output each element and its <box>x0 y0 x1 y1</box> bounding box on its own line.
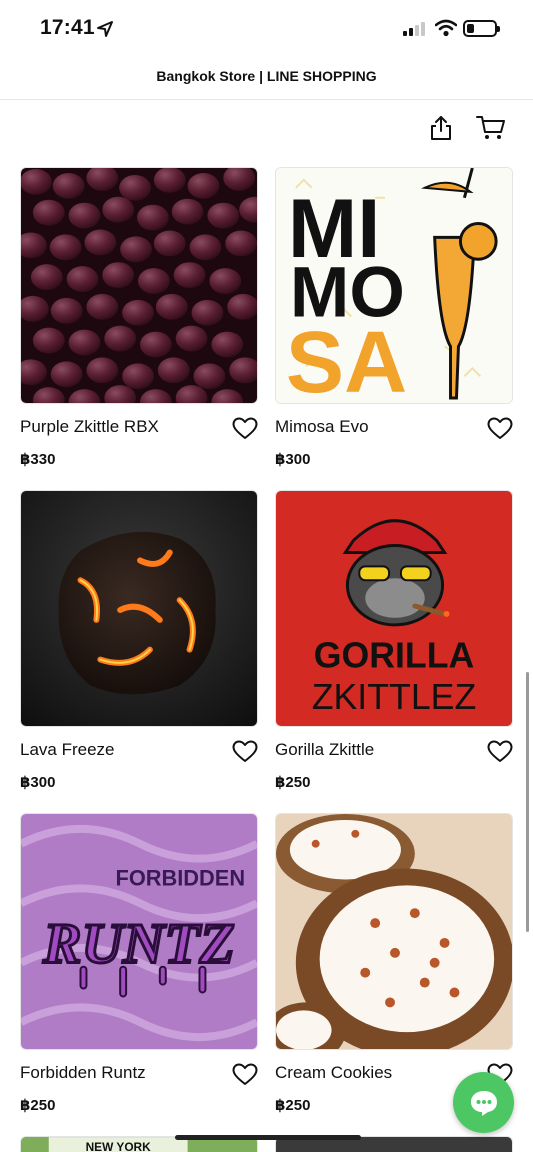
wifi-icon <box>435 19 457 37</box>
product-card[interactable]: FORBIDDEN RUNTZ Forbidden Runtz ฿250 <box>20 813 258 1114</box>
product-price: ฿300 <box>275 451 311 468</box>
product-price: ฿250 <box>275 1097 311 1114</box>
product-card[interactable]: Cream Cookies ฿250 <box>275 813 513 1114</box>
product-name[interactable]: Gorilla Zkittle <box>275 740 374 760</box>
product-name[interactable]: Lava Freeze <box>20 740 115 760</box>
gorilla-logo-text-1: GORILLA <box>314 635 475 675</box>
runtz-logo-text-1: FORBIDDEN <box>116 865 246 890</box>
cart-icon[interactable] <box>476 114 506 142</box>
product-image-purple-candies[interactable] <box>20 167 258 404</box>
heart-icon[interactable] <box>232 417 258 441</box>
cream-cookie-illustration <box>276 814 512 1049</box>
heart-icon[interactable] <box>232 1063 258 1087</box>
purple-candy-illustration <box>21 168 257 403</box>
cellular-signal-icon <box>403 22 425 36</box>
product-card[interactable]: Purple Zkittle RBX ฿330 <box>20 167 258 468</box>
battery-icon <box>463 20 500 37</box>
product-price: ฿300 <box>20 774 56 791</box>
heart-icon[interactable] <box>487 417 513 441</box>
product-image-runtz[interactable]: FORBIDDEN RUNTZ <box>20 813 258 1050</box>
product-image-lava[interactable] <box>20 490 258 727</box>
chat-bubble-icon <box>471 1091 497 1116</box>
product-name[interactable]: Purple Zkittle RBX <box>20 417 159 437</box>
page-title: Bangkok Store | LINE SHOPPING <box>156 68 377 84</box>
browser-header: Bangkok Store | LINE SHOPPING <box>0 56 533 100</box>
gorilla-logo-text-2: ZKITTLEZ <box>312 677 477 717</box>
forbidden-runtz-illustration: FORBIDDEN RUNTZ <box>21 814 257 1049</box>
product-card[interactable]: Lava Freeze ฿300 <box>20 490 258 791</box>
product-price: ฿330 <box>20 451 56 468</box>
gorilla-logo-illustration: GORILLA ZKITTLEZ <box>276 491 512 726</box>
share-icon[interactable] <box>427 114 455 142</box>
status-time: 17:41 <box>40 16 95 39</box>
product-image-mimosa[interactable]: MI MO SA <box>275 167 513 404</box>
heart-icon[interactable] <box>232 740 258 764</box>
location-arrow-icon <box>97 21 113 37</box>
runtz-logo-text-2: RUNTZ <box>42 913 235 976</box>
product-price: ฿250 <box>275 774 311 791</box>
product-image-gorilla[interactable]: GORILLA ZKITTLEZ <box>275 490 513 727</box>
home-indicator <box>175 1135 361 1140</box>
heart-icon[interactable] <box>487 740 513 764</box>
product-price: ฿250 <box>20 1097 56 1114</box>
scrollbar[interactable] <box>526 672 529 932</box>
product-card[interactable]: MI MO SA Mimosa Evo ฿300 <box>275 167 513 468</box>
product-name[interactable]: Mimosa Evo <box>275 417 369 437</box>
product-image-cookies[interactable] <box>275 813 513 1050</box>
lava-rock-illustration <box>21 491 257 726</box>
product-card[interactable]: GORILLA ZKITTLEZ Gorilla Zkittle ฿250 <box>275 490 513 791</box>
product-name[interactable]: Forbidden Runtz <box>20 1063 146 1083</box>
status-bar: 17:41 <box>0 0 533 56</box>
partial-image-text: NEW YORK <box>86 1140 152 1152</box>
chat-button[interactable] <box>453 1072 514 1133</box>
product-name[interactable]: Cream Cookies <box>275 1063 392 1083</box>
mimosa-logo-illustration: MI MO SA <box>276 168 512 403</box>
mimosa-logo-text-3: SA <box>286 314 407 403</box>
